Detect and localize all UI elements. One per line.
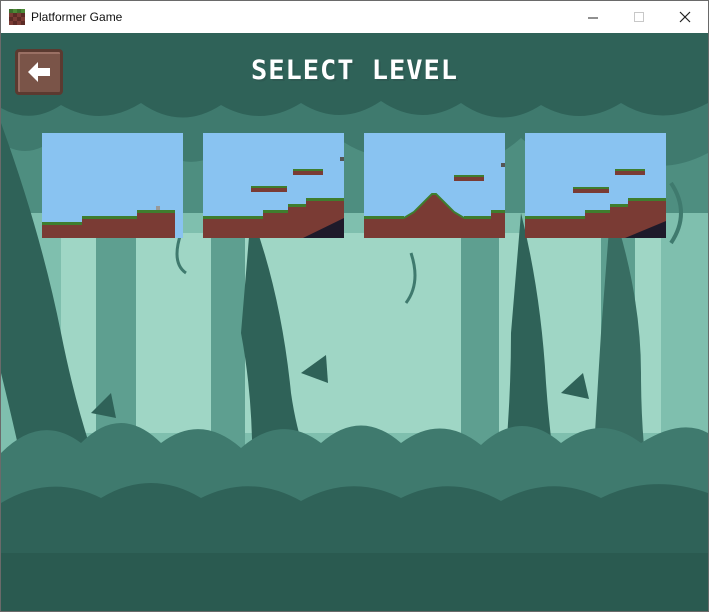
close-icon xyxy=(679,11,691,23)
level-1-thumbnail xyxy=(42,133,183,238)
window-title: Platformer Game xyxy=(31,10,123,24)
level-3-thumbnail xyxy=(364,133,505,238)
minimize-icon xyxy=(587,17,598,18)
minimize-button[interactable] xyxy=(570,1,616,33)
close-button[interactable] xyxy=(662,1,708,33)
level-3-card[interactable] xyxy=(364,133,505,238)
game-canvas: SELECT LEVEL xyxy=(1,33,708,611)
level-4-card[interactable] xyxy=(525,133,666,238)
maximize-icon xyxy=(633,11,644,22)
window-controls xyxy=(570,1,708,33)
forest-background xyxy=(1,33,708,611)
level-1-card[interactable] xyxy=(42,133,183,238)
level-2-thumbnail xyxy=(203,133,344,238)
app-icon xyxy=(9,9,25,25)
maximize-button[interactable] xyxy=(616,1,662,33)
level-4-thumbnail xyxy=(525,133,666,238)
game-window: Platformer Game SELECT LEVEL xyxy=(0,0,709,612)
level-2-card[interactable] xyxy=(203,133,344,238)
page-title: SELECT LEVEL xyxy=(250,55,459,86)
title-bar[interactable]: Platformer Game xyxy=(1,1,708,33)
